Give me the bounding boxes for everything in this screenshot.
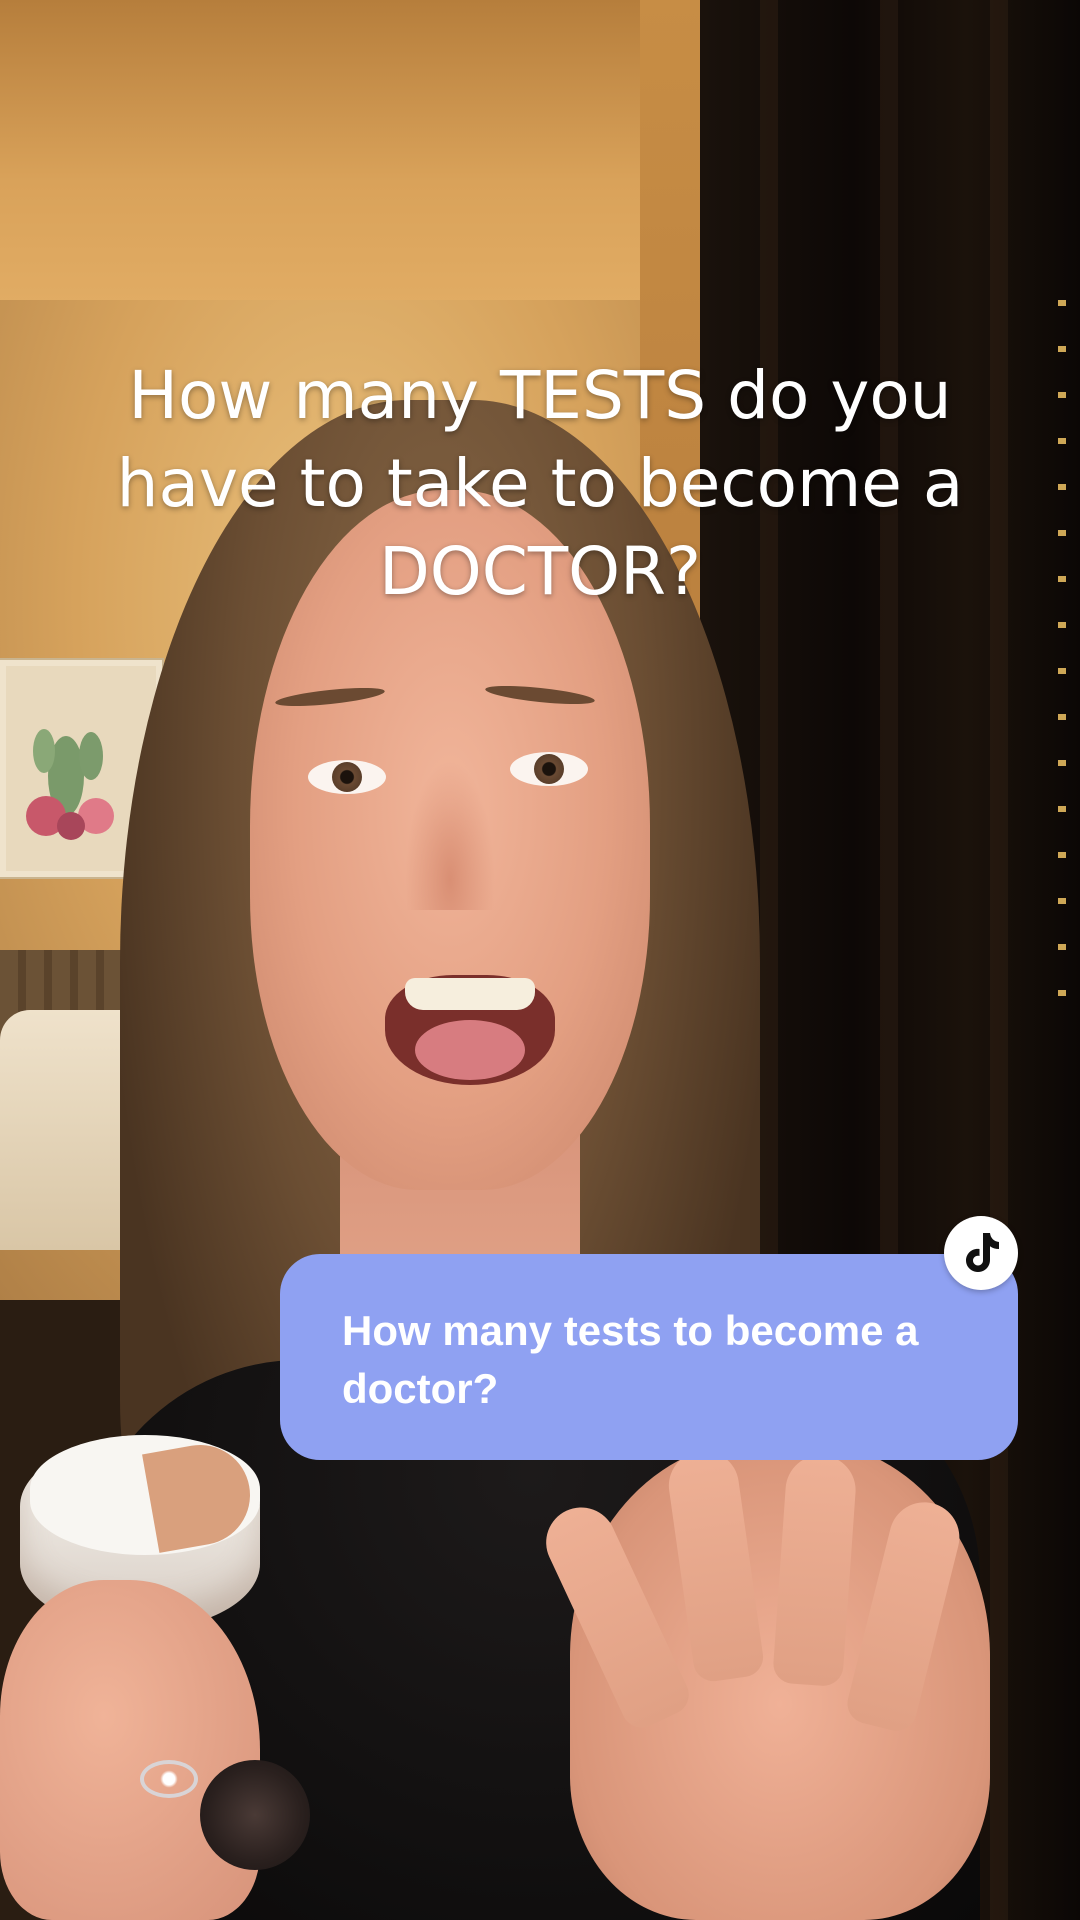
reply-comment-text: How many tests to become a doctor? <box>342 1307 919 1412</box>
reply-comment-card[interactable]: How many tests to become a doctor? <box>280 1254 1018 1460</box>
left-eye <box>308 760 386 794</box>
tiktok-logo-icon <box>944 1216 1018 1290</box>
right-eye <box>510 752 588 786</box>
video-caption: How many TESTS do you have to take to be… <box>116 357 964 610</box>
curtain-fold <box>990 0 1008 1920</box>
string-lights <box>1058 300 1066 1000</box>
makeup-brush <box>200 1760 310 1870</box>
tongue <box>415 1020 525 1080</box>
video-frame[interactable]: How many TESTS do you have to take to be… <box>0 0 1080 1920</box>
holding-hand <box>0 1580 260 1920</box>
nose <box>405 760 495 910</box>
teeth <box>405 978 535 1010</box>
ring <box>140 1760 198 1798</box>
